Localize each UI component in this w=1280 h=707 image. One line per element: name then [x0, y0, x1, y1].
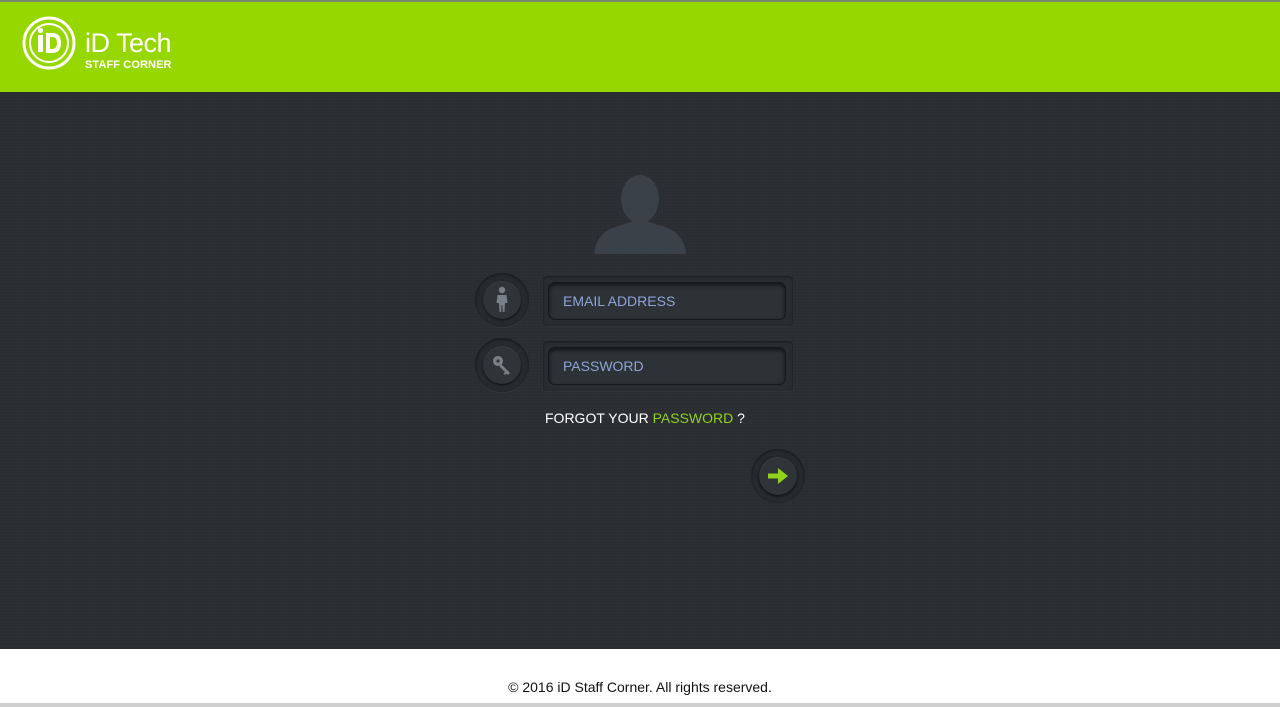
arrow-right-icon: [768, 468, 788, 484]
forgot-suffix: ?: [733, 410, 745, 426]
login-panel: FORGOT YOUR PASSWORD ?: [0, 92, 1280, 649]
bottom-edge-divider: [0, 703, 1280, 707]
brand-subtitle: STAFF CORNER: [85, 59, 172, 71]
submit-well: [751, 449, 805, 503]
id-tech-logo-icon[interactable]: [22, 16, 76, 70]
brand-title[interactable]: iD Tech: [85, 28, 172, 58]
forgot-password-text: FORGOT YOUR PASSWORD ?: [545, 409, 745, 427]
page-footer: © 2016 iD Staff Corner. All rights reser…: [0, 649, 1280, 707]
forgot-prefix: FORGOT YOUR: [545, 410, 653, 426]
person-icon: [496, 286, 508, 312]
key-icon: [493, 356, 510, 375]
password-input[interactable]: [548, 347, 786, 385]
user-silhouette-icon: [594, 175, 686, 254]
email-icon-button: [483, 281, 521, 319]
email-field-well: [543, 276, 793, 326]
password-field-well: [543, 341, 793, 391]
password-icon-well: [475, 338, 529, 392]
top-header: iD Tech STAFF CORNER: [0, 0, 1280, 92]
email-input[interactable]: [548, 282, 786, 320]
forgot-password-link[interactable]: PASSWORD: [653, 410, 734, 426]
password-icon-button: [483, 346, 521, 384]
login-submit-button[interactable]: [759, 457, 797, 495]
copyright-text: © 2016 iD Staff Corner. All rights reser…: [508, 679, 772, 695]
email-icon-well: [475, 273, 529, 327]
